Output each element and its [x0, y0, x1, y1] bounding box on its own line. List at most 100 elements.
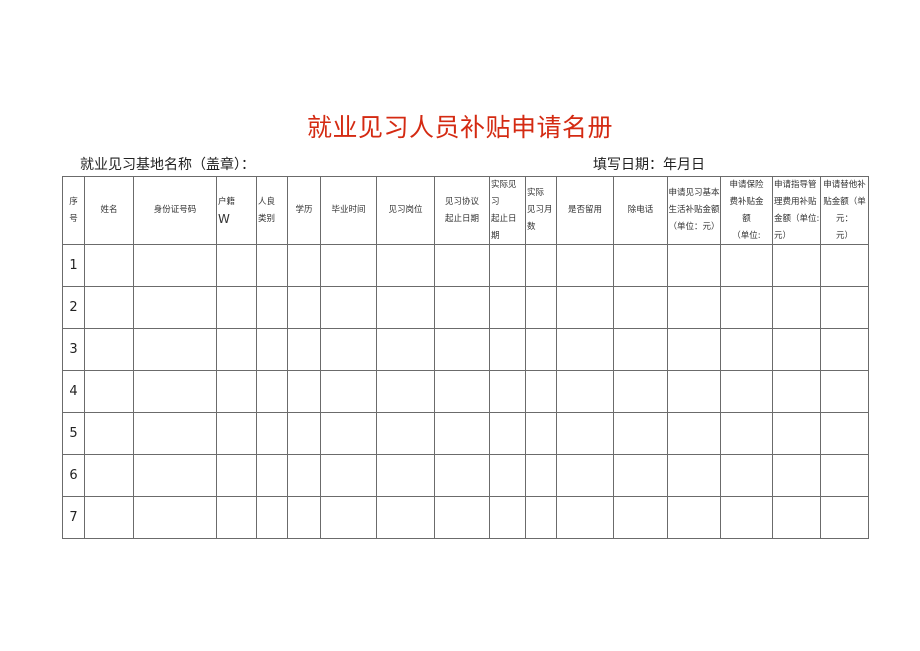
table-cell[interactable]	[320, 370, 377, 413]
table-cell[interactable]	[720, 328, 773, 371]
table-cell[interactable]	[376, 454, 435, 497]
table-cell[interactable]	[613, 244, 668, 287]
table-cell[interactable]	[667, 496, 721, 539]
table-cell[interactable]	[133, 286, 217, 329]
table-cell[interactable]	[320, 412, 377, 455]
table-cell[interactable]	[525, 412, 557, 455]
table-cell[interactable]	[489, 286, 526, 329]
table-cell[interactable]	[133, 496, 217, 539]
table-cell[interactable]	[133, 454, 217, 497]
table-cell[interactable]	[820, 454, 869, 497]
table-cell[interactable]	[772, 244, 821, 287]
table-cell[interactable]	[256, 328, 288, 371]
table-cell[interactable]	[84, 286, 134, 329]
table-cell[interactable]	[556, 412, 614, 455]
table-cell[interactable]	[613, 286, 668, 329]
table-cell[interactable]	[613, 328, 668, 371]
table-cell[interactable]	[84, 244, 134, 287]
table-cell[interactable]	[667, 412, 721, 455]
table-cell[interactable]	[376, 412, 435, 455]
table-cell[interactable]	[256, 454, 288, 497]
table-cell[interactable]	[320, 328, 377, 371]
table-cell[interactable]	[489, 370, 526, 413]
table-cell[interactable]	[84, 496, 134, 539]
table-cell[interactable]	[434, 454, 490, 497]
table-cell[interactable]	[216, 412, 257, 455]
table-cell[interactable]	[216, 286, 257, 329]
table-cell[interactable]	[287, 244, 321, 287]
table-cell[interactable]	[772, 412, 821, 455]
table-cell[interactable]	[256, 496, 288, 539]
table-cell[interactable]	[434, 244, 490, 287]
table-cell[interactable]	[287, 286, 321, 329]
table-cell[interactable]	[613, 454, 668, 497]
table-cell[interactable]	[489, 328, 526, 371]
table-cell[interactable]	[133, 328, 217, 371]
table-cell[interactable]	[320, 454, 377, 497]
table-cell[interactable]	[489, 412, 526, 455]
table-cell[interactable]	[320, 244, 377, 287]
table-cell[interactable]	[376, 370, 435, 413]
table-cell[interactable]	[287, 412, 321, 455]
table-cell[interactable]	[720, 496, 773, 539]
table-cell[interactable]	[667, 328, 721, 371]
table-cell[interactable]	[772, 286, 821, 329]
table-cell[interactable]	[376, 286, 435, 329]
table-cell[interactable]	[772, 496, 821, 539]
table-cell[interactable]	[613, 496, 668, 539]
table-cell[interactable]	[720, 412, 773, 455]
table-cell[interactable]	[489, 454, 526, 497]
table-cell[interactable]	[376, 244, 435, 287]
table-cell[interactable]	[667, 370, 721, 413]
table-cell[interactable]	[525, 328, 557, 371]
table-cell[interactable]	[820, 328, 869, 371]
table-cell[interactable]	[434, 496, 490, 539]
table-cell[interactable]	[720, 286, 773, 329]
table-cell[interactable]	[772, 370, 821, 413]
table-cell[interactable]	[772, 328, 821, 371]
table-cell[interactable]	[556, 244, 614, 287]
table-cell[interactable]	[613, 412, 668, 455]
table-cell[interactable]	[256, 412, 288, 455]
table-cell[interactable]	[216, 370, 257, 413]
table-cell[interactable]	[820, 244, 869, 287]
table-cell[interactable]	[434, 286, 490, 329]
table-cell[interactable]	[434, 328, 490, 371]
table-cell[interactable]	[613, 370, 668, 413]
table-cell[interactable]	[287, 328, 321, 371]
table-cell[interactable]	[772, 454, 821, 497]
table-cell[interactable]	[820, 412, 869, 455]
table-cell[interactable]	[84, 370, 134, 413]
table-cell[interactable]	[376, 328, 435, 371]
table-cell[interactable]	[320, 286, 377, 329]
table-cell[interactable]	[216, 328, 257, 371]
table-cell[interactable]	[216, 496, 257, 539]
table-cell[interactable]	[434, 370, 490, 413]
table-cell[interactable]	[525, 454, 557, 497]
table-cell[interactable]	[216, 454, 257, 497]
table-cell[interactable]	[667, 244, 721, 287]
table-cell[interactable]	[720, 244, 773, 287]
table-cell[interactable]	[525, 496, 557, 539]
table-cell[interactable]	[376, 496, 435, 539]
table-cell[interactable]	[667, 286, 721, 329]
table-cell[interactable]	[525, 370, 557, 413]
table-cell[interactable]	[133, 244, 217, 287]
table-cell[interactable]	[556, 496, 614, 539]
table-cell[interactable]	[556, 328, 614, 371]
table-cell[interactable]	[556, 286, 614, 329]
table-cell[interactable]	[820, 370, 869, 413]
table-cell[interactable]	[434, 412, 490, 455]
table-cell[interactable]	[720, 370, 773, 413]
table-cell[interactable]	[256, 244, 288, 287]
table-cell[interactable]	[133, 412, 217, 455]
table-cell[interactable]	[489, 496, 526, 539]
table-cell[interactable]	[720, 454, 773, 497]
table-cell[interactable]	[256, 286, 288, 329]
table-cell[interactable]	[667, 454, 721, 497]
table-cell[interactable]	[556, 454, 614, 497]
table-cell[interactable]	[84, 328, 134, 371]
table-cell[interactable]	[820, 286, 869, 329]
table-cell[interactable]	[525, 244, 557, 287]
table-cell[interactable]	[216, 244, 257, 287]
